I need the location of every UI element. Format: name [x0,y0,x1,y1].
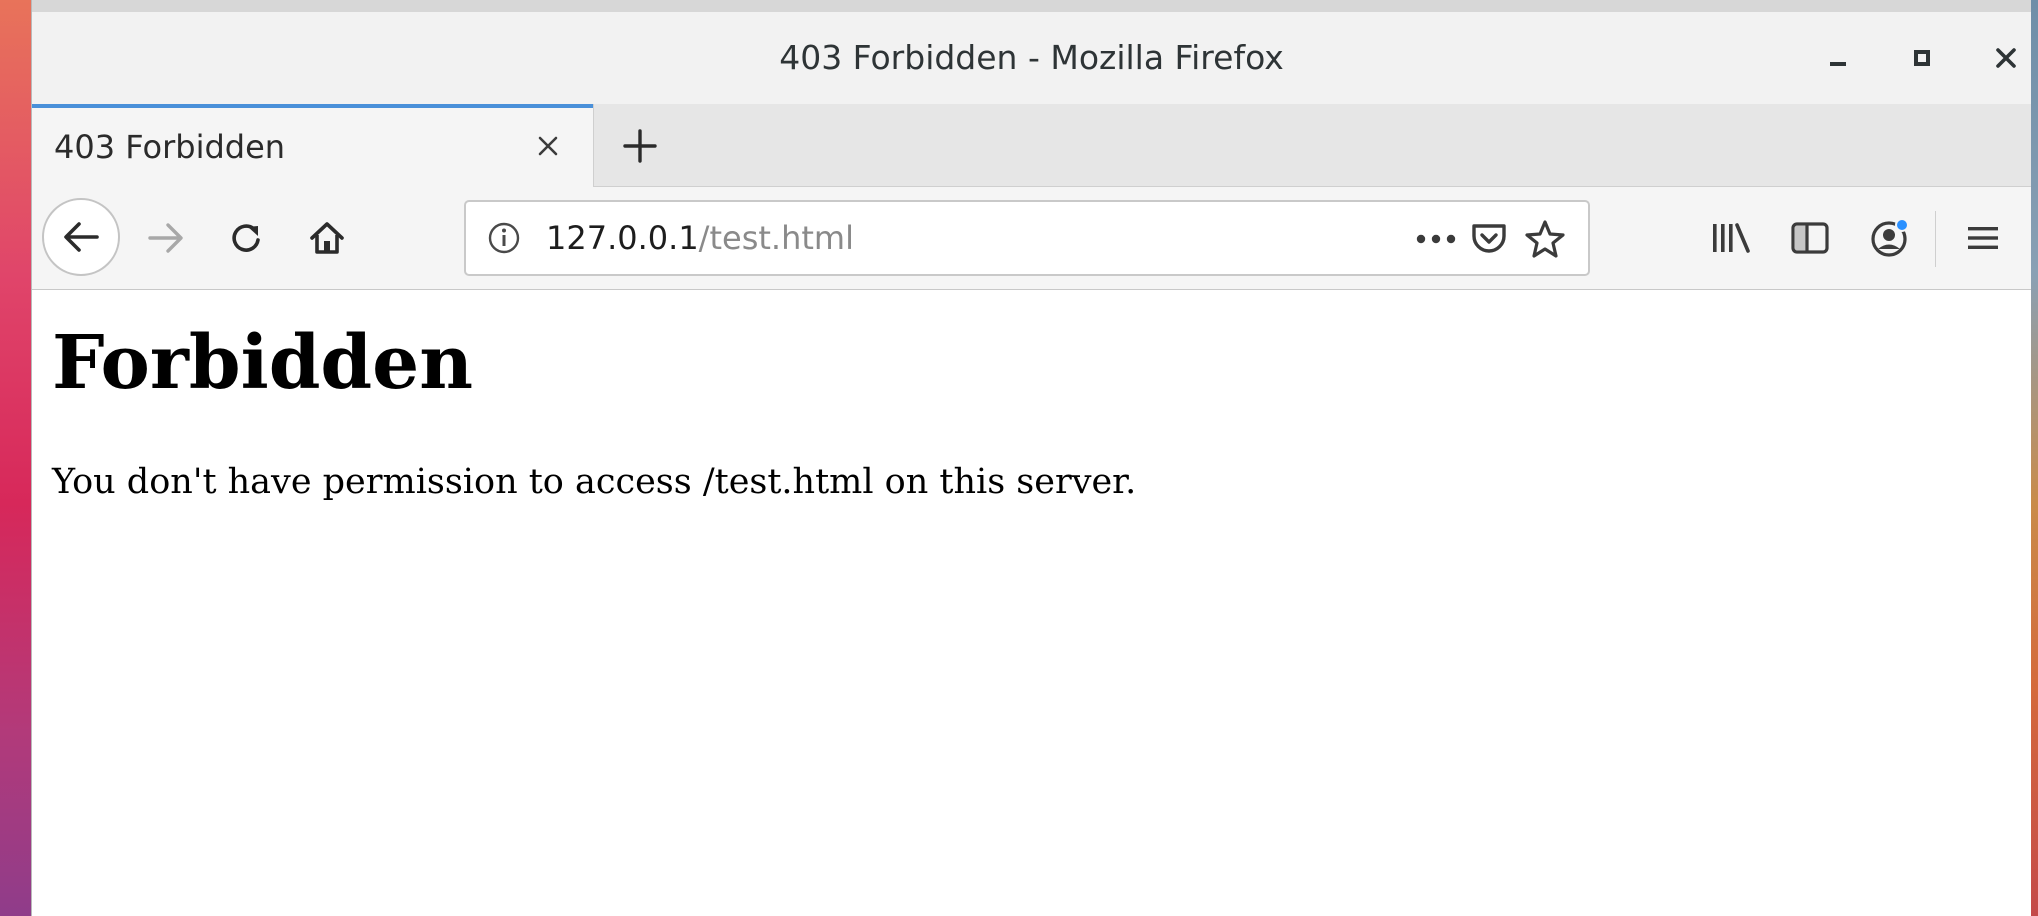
plus-icon [621,127,659,165]
sidebar-button[interactable] [1783,211,1837,265]
navigation-toolbar: 127.0.0.1/test.html [32,187,2031,290]
close-tab-button[interactable] [528,126,568,166]
arrow-right-icon [146,220,186,256]
url-bar[interactable]: 127.0.0.1/test.html [464,200,1590,276]
library-icon [1709,220,1753,256]
bookmark-star-button[interactable] [1522,216,1568,262]
back-button[interactable] [42,198,120,276]
minimize-icon [1827,47,1849,69]
url-host: 127.0.0.1 [546,219,699,257]
save-to-pocket-button[interactable] [1466,216,1512,262]
tab-title: 403 Forbidden [54,128,286,166]
reload-button[interactable] [220,211,274,265]
maximize-icon [1911,47,1933,69]
desktop-screen: 403 Forbidden - Mozilla Firefox 403 Forb… [0,0,2038,916]
error-message: You don't have permission to access /tes… [52,462,1137,502]
sidebar-icon [1790,220,1830,256]
close-window-button[interactable] [1986,38,2026,78]
firefox-window: 403 Forbidden - Mozilla Firefox 403 Forb… [31,0,2031,916]
new-tab-button[interactable] [616,122,664,170]
arrow-left-icon [61,219,101,255]
close-icon [535,133,561,159]
tab-strip: 403 Forbidden [32,104,2031,187]
close-icon [1994,46,2018,70]
background-windows-edge [2031,0,2038,916]
minimize-button[interactable] [1818,38,1858,78]
desktop-wallpaper [0,0,31,916]
open-menu-button[interactable] [1956,211,2010,265]
pocket-icon [1469,221,1509,257]
ellipsis-icon [1415,233,1457,245]
page-heading: Forbidden [52,320,474,406]
star-icon [1524,219,1566,259]
info-icon [487,221,521,255]
url-path: /test.html [698,219,854,257]
toolbar-separator [1935,211,1936,267]
home-button[interactable] [300,211,354,265]
hamburger-menu-icon [1964,222,2002,254]
site-info-button[interactable] [484,218,524,258]
reload-icon [227,218,267,258]
window-title: 403 Forbidden - Mozilla Firefox [779,38,1284,77]
page-actions-button[interactable] [1413,216,1459,262]
maximize-button[interactable] [1902,38,1942,78]
url-text[interactable]: 127.0.0.1/test.html [546,202,854,274]
account-icon [1868,216,1912,260]
page-content: Forbidden You don't have permission to a… [32,290,2031,916]
home-icon [307,218,347,258]
firefox-account-button[interactable] [1863,211,1917,265]
library-button[interactable] [1704,211,1758,265]
forward-button[interactable] [139,211,193,265]
window-titlebar[interactable]: 403 Forbidden - Mozilla Firefox [32,12,2031,105]
tab-403-forbidden[interactable]: 403 Forbidden [32,104,594,187]
